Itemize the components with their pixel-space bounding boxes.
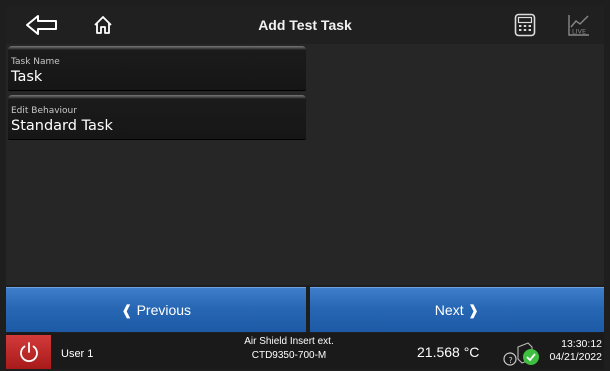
power-button[interactable]	[6, 335, 51, 369]
task-name-value: Task	[11, 69, 43, 85]
live-chart-icon[interactable]: LIVE	[566, 10, 592, 40]
next-button[interactable]: Next ❱	[310, 287, 604, 332]
calculator-icon[interactable]	[512, 10, 538, 40]
home-icon[interactable]	[90, 10, 116, 40]
live-label: LIVE	[572, 28, 586, 36]
device-line-2: CTD9350-700-M	[251, 350, 327, 361]
top-bar: Add Test Task LIVE	[6, 6, 604, 44]
svg-text:?: ?	[509, 356, 513, 365]
device-line-1: Air Shield Insert ext.	[244, 336, 334, 347]
main-content: Task Name Task Edit Behaviour Standard T…	[6, 44, 604, 285]
date-text: 04/21/2022	[549, 351, 602, 363]
temperature-readout: 21.568 °C	[417, 344, 480, 360]
edit-behaviour-value: Standard Task	[11, 118, 113, 134]
clock: 13:30:12 04/21/2022	[546, 338, 602, 364]
device-info: Air Shield Insert ext. CTD9350-700-M	[214, 335, 364, 363]
previous-button[interactable]: ❰ Previous	[6, 287, 306, 332]
back-arrow-icon[interactable]	[24, 10, 60, 40]
time-text: 13:30:12	[561, 338, 602, 350]
power-icon	[19, 342, 38, 363]
status-bar: User 1 Air Shield Insert ext. CTD9350-70…	[6, 333, 604, 369]
user-name: User 1	[61, 348, 94, 360]
ok-check-icon	[523, 349, 539, 365]
task-name-label: Task Name	[11, 57, 60, 67]
task-name-field[interactable]: Task Name Task	[8, 46, 306, 90]
connection-status[interactable]: ?	[502, 337, 542, 367]
edit-behaviour-label: Edit Behaviour	[11, 106, 77, 116]
edit-behaviour-field[interactable]: Edit Behaviour Standard Task	[8, 95, 306, 139]
